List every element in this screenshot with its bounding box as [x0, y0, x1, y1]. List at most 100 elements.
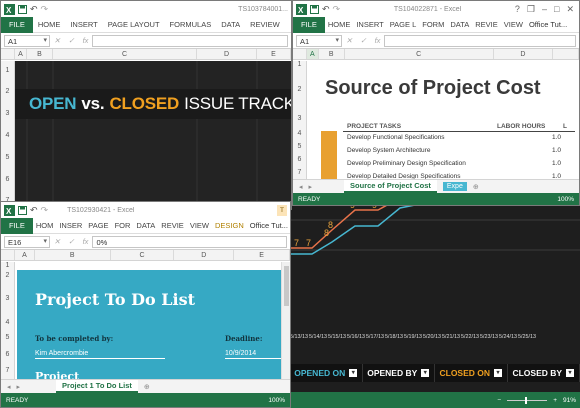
column-header[interactable]: C [345, 49, 494, 59]
vertical-scrollbar[interactable] [281, 262, 290, 379]
save-icon[interactable] [18, 4, 27, 14]
row-header[interactable]: 3 [1, 103, 14, 125]
save-icon[interactable] [310, 4, 319, 14]
row-header[interactable]: 1 [293, 61, 306, 69]
completed-by-value[interactable]: Kim Abercrombie [35, 350, 165, 359]
column-header[interactable]: C [111, 250, 175, 260]
name-box[interactable]: A1 [296, 34, 342, 47]
tab-page-layout[interactable]: PAGE [85, 221, 111, 230]
row-header[interactable]: 5 [293, 140, 306, 153]
enter-icon[interactable]: ✓ [360, 36, 366, 45]
undo-icon[interactable]: ↶ [30, 205, 38, 216]
tab-file[interactable]: FILE [1, 16, 33, 33]
row-header[interactable]: 3 [1, 282, 14, 316]
formula-input[interactable]: 0% [92, 235, 287, 248]
close-icon[interactable]: ✕ [566, 4, 574, 14]
tab-review[interactable]: REVIE [158, 221, 187, 230]
tab-insert[interactable]: INSERT [65, 20, 102, 29]
row-header[interactable]: 6 [1, 169, 14, 191]
row-header[interactable]: 1 [1, 61, 14, 81]
column-header[interactable]: D [197, 49, 257, 59]
tab-view[interactable]: VIEW [501, 20, 526, 29]
column-header[interactable]: E [234, 250, 290, 260]
undo-icon[interactable]: ↶ [322, 4, 330, 15]
column-header[interactable]: B [319, 49, 345, 59]
tab-home[interactable]: HOME [33, 20, 66, 29]
tab-page-layout[interactable]: PAGE L [387, 20, 420, 29]
sheet-tab-active[interactable]: Project 1 To Do List [56, 380, 138, 393]
sheet-tab[interactable]: Expe [442, 182, 467, 191]
filter-dropdown-icon[interactable]: ▾ [566, 369, 575, 377]
formula-input[interactable] [92, 34, 288, 47]
column-header[interactable]: A [15, 250, 35, 260]
row-header[interactable]: 5 [1, 329, 14, 347]
fx-icon[interactable]: fx [83, 237, 89, 246]
enter-icon[interactable]: ✓ [68, 237, 74, 246]
tracker-column-header[interactable]: CLOSED ON ▾ [435, 364, 508, 382]
deadline-value[interactable]: 10/9/2014 [225, 350, 281, 359]
tab-formulas[interactable]: FOR [112, 221, 134, 230]
tracker-column-header[interactable]: OPENED ON ▾ [290, 364, 363, 382]
tab-formulas[interactable]: FORMULAS [165, 20, 217, 29]
tab-review[interactable]: REVIEW [245, 20, 285, 29]
tab-scroll-right-icon[interactable]: ▸ [17, 383, 21, 391]
column-header[interactable]: A [306, 49, 319, 59]
cancel-icon[interactable]: ✕ [54, 237, 60, 246]
column-header[interactable]: B [35, 250, 111, 260]
tab-page-layout[interactable]: PAGE LAYOUT [103, 20, 165, 29]
tracker-column-header[interactable]: CLOSED BY ▾ [508, 364, 580, 382]
tab-scroll-left-icon[interactable]: ◂ [7, 383, 11, 391]
row-header[interactable]: 3 [293, 111, 306, 127]
cost-sheet-area[interactable]: Source of Project Cost PROJECT TASKS LAB… [307, 61, 579, 180]
task-row[interactable]: Develop Functional Specifications 1.0 [347, 134, 561, 141]
tab-review[interactable]: REVIE [472, 20, 501, 29]
name-box[interactable]: E16 [4, 235, 50, 248]
tab-data[interactable]: DATA [216, 20, 245, 29]
save-icon[interactable] [18, 205, 27, 215]
dark-sheet-area[interactable]: OPEN vs. CLOSED ISSUE TRACKER [15, 61, 291, 209]
tab-view[interactable]: VIEW [187, 221, 212, 230]
account-name[interactable]: Office Tut... [247, 221, 290, 230]
zoom-plus-icon[interactable]: + [553, 397, 557, 404]
redo-icon[interactable]: ↷ [41, 4, 49, 15]
formula-input[interactable] [384, 34, 576, 47]
row-header[interactable]: 6 [1, 347, 14, 363]
tab-data[interactable]: DATA [133, 221, 158, 230]
account-name[interactable]: Office Tut... [526, 20, 570, 29]
tab-scroll-right-icon[interactable]: ▸ [309, 183, 313, 191]
row-header[interactable]: 5 [1, 147, 14, 169]
undo-icon[interactable]: ↶ [30, 4, 38, 15]
fx-icon[interactable]: fx [83, 36, 89, 45]
cancel-icon[interactable]: ✕ [346, 36, 352, 45]
row-header[interactable]: 2 [1, 270, 14, 282]
filter-dropdown-icon[interactable]: ▾ [349, 369, 358, 377]
column-header[interactable]: D [174, 250, 235, 260]
minimize-icon[interactable]: – [542, 4, 547, 14]
row-header[interactable]: 2 [1, 81, 14, 103]
column-header[interactable]: B [27, 49, 53, 59]
help-icon[interactable]: ? [515, 4, 520, 14]
column-header[interactable]: E [257, 49, 291, 59]
task-row[interactable]: Develop Preliminary Design Specification… [347, 160, 561, 167]
cancel-icon[interactable]: ✕ [54, 36, 60, 45]
tab-scroll-left-icon[interactable]: ◂ [299, 183, 303, 191]
redo-icon[interactable]: ↷ [333, 4, 341, 15]
filter-dropdown-icon[interactable]: ▾ [494, 369, 503, 377]
tab-home[interactable]: HOM [33, 221, 57, 230]
column-header[interactable]: C [53, 49, 197, 59]
row-header[interactable]: 4 [1, 316, 14, 329]
table-tools-tab[interactable]: T [277, 204, 287, 216]
tab-data[interactable]: DATA [447, 20, 472, 29]
redo-icon[interactable]: ↷ [41, 205, 49, 216]
todo-sheet-area[interactable]: Project To Do List To be completed by: D… [15, 262, 281, 379]
tab-insert[interactable]: INSERT [353, 20, 386, 29]
zoom-slider[interactable] [507, 396, 548, 404]
row-header[interactable]: 7 [293, 166, 306, 179]
zoom-minus-icon[interactable]: − [497, 397, 501, 404]
row-header[interactable]: 1 [1, 262, 14, 270]
tab-insert[interactable]: INSER [56, 221, 85, 230]
row-header[interactable]: 6 [293, 153, 306, 166]
row-header[interactable]: 4 [1, 125, 14, 147]
add-sheet-icon[interactable]: ⊕ [144, 383, 150, 391]
task-row[interactable]: Develop System Architecture 1.0 [347, 147, 561, 154]
